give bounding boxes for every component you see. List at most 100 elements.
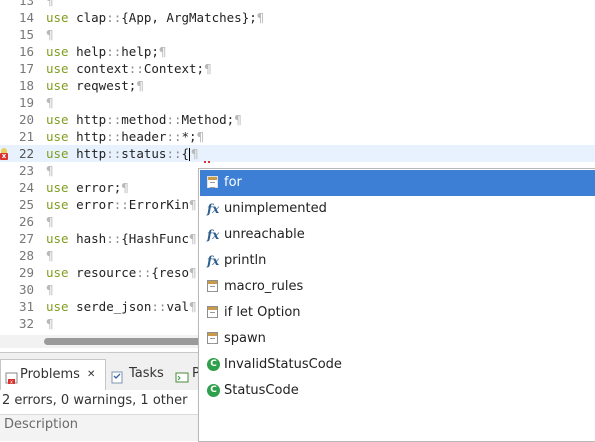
code-text: use context::Context;¶ [46,61,212,76]
line-number: 30 [18,282,34,297]
code-line[interactable]: 18 use reqwest;¶ [0,77,595,94]
completion-item-label: unimplemented [224,201,327,216]
code-completion-popup[interactable]: for fx unimplemented fx unreachable fx println… [198,168,595,442]
code-line[interactable]: 21 use http::header::*;¶ [0,128,595,145]
code-line[interactable]: 16 use help::help;¶ [0,43,595,60]
completion-item[interactable]: fx println [200,248,595,274]
template-icon [207,306,218,318]
completion-item[interactable]: InvalidStatusCode [200,352,595,378]
template-icon [207,176,218,188]
code-text: ¶ [46,315,54,332]
code-text: use http::status::{¶ [46,146,199,161]
pilcrow-mark: ¶ [46,214,54,229]
code-text: use reqwest;¶ [46,78,144,93]
line-number: 14 [18,10,34,25]
pilcrow-mark: ¶ [46,282,54,297]
class-icon [207,358,220,371]
macro-fx-icon: fx [207,202,220,216]
code-text: use help::help;¶ [46,44,167,59]
pilcrow-mark: ¶ [189,265,197,280]
completion-item-label: unreachable [224,227,305,242]
completion-item[interactable]: fx unreachable [200,222,595,248]
code-line[interactable]: 13 ¶ [0,0,595,9]
code-line[interactable]: x 22 use http::status::{¶ [0,145,595,163]
pilcrow-mark: ¶ [191,146,199,161]
completion-item-label: spawn [224,331,266,346]
code-text: ¶ [46,213,54,230]
macro-fx-icon: fx [207,228,220,242]
line-number: 17 [18,61,34,76]
close-icon[interactable]: ✕ [87,360,95,390]
code-line[interactable]: 15 ¶ [0,26,595,43]
code-text: use http::header::*;¶ [46,129,205,144]
completion-item[interactable]: fx unimplemented [200,196,595,222]
line-number: 19 [18,95,34,110]
code-text: use clap::{App, ArgMatches};¶ [46,10,265,25]
tab-problems[interactable]: x Problems ✕ [0,359,106,390]
line-number: 28 [18,248,34,263]
completion-item[interactable]: if let Option [200,300,595,326]
tab-problems-label: Problems [20,367,80,382]
pilcrow-mark: ¶ [121,180,129,195]
pilcrow-mark: ¶ [189,299,197,314]
completion-item[interactable]: macro_rules [200,274,595,300]
code-text: ¶ [46,94,54,111]
tasks-icon [110,368,124,384]
code-text: ¶ [46,247,54,264]
pilcrow-mark: ¶ [46,0,54,8]
completion-item[interactable]: for [200,170,595,196]
completion-item-label: StatusCode [224,383,299,398]
pilcrow-mark: ¶ [204,61,212,76]
completion-item-label: if let Option [224,305,301,320]
pilcrow-mark: ¶ [46,163,54,178]
line-number: 24 [18,180,34,195]
code-text: use http::method::Method;¶ [46,112,242,127]
tab-tasks-label: Tasks [129,366,164,381]
pilcrow-mark: ¶ [256,10,265,25]
line-number: 13 [18,0,34,8]
line-number: 16 [18,44,34,59]
pilcrow-mark: ¶ [158,44,167,59]
code-line[interactable]: 17 use context::Context;¶ [0,60,595,77]
completion-item-label: for [224,175,242,190]
pilcrow-mark: ¶ [46,316,54,331]
completion-item-label: InvalidStatusCode [224,357,342,372]
line-number: 15 [18,27,34,42]
pilcrow-mark: ¶ [46,95,54,110]
line-number: 26 [18,214,34,229]
svg-text:x: x [10,380,13,386]
pilcrow-mark: ¶ [234,112,242,127]
line-number: 25 [18,197,34,212]
code-text: use hash::{HashFunc¶ [46,231,197,246]
text-caret [189,148,191,161]
code-text: ¶ [46,0,54,9]
code-text: use resource::{reso¶ [46,265,197,280]
code-text: use error;¶ [46,180,129,195]
code-line[interactable]: 19 ¶ [0,94,595,111]
tab-tasks[interactable]: Tasks [108,361,170,387]
terminal-icon [175,368,189,383]
pilcrow-mark: ¶ [136,78,144,93]
macro-fx-icon: fx [207,254,220,268]
line-number: 18 [18,78,34,93]
line-number: 31 [18,299,34,314]
line-number: 23 [18,163,34,178]
code-line[interactable]: 14 use clap::{App, ArgMatches};¶ [0,9,595,26]
pilcrow-mark: ¶ [196,129,205,144]
problems-icon: x [5,367,19,386]
template-icon [207,332,218,344]
code-text: use error::ErrorKin¶ [46,197,197,212]
line-number: 32 [18,316,34,331]
pilcrow-mark: ¶ [189,197,197,212]
code-text: ¶ [46,162,54,179]
completion-item-label: println [224,253,267,268]
completion-item[interactable]: StatusCode [200,378,595,404]
code-text: use serde_json::val¶ [46,299,197,314]
code-line[interactable]: 20 use http::method::Method;¶ [0,111,595,128]
line-number: 21 [18,129,34,144]
description-column-header[interactable]: Description [4,417,78,432]
completion-item[interactable]: spawn [200,326,595,352]
horizontal-scrollbar-thumb[interactable] [44,338,204,345]
pilcrow-mark: ¶ [46,27,54,42]
class-icon [207,384,220,397]
